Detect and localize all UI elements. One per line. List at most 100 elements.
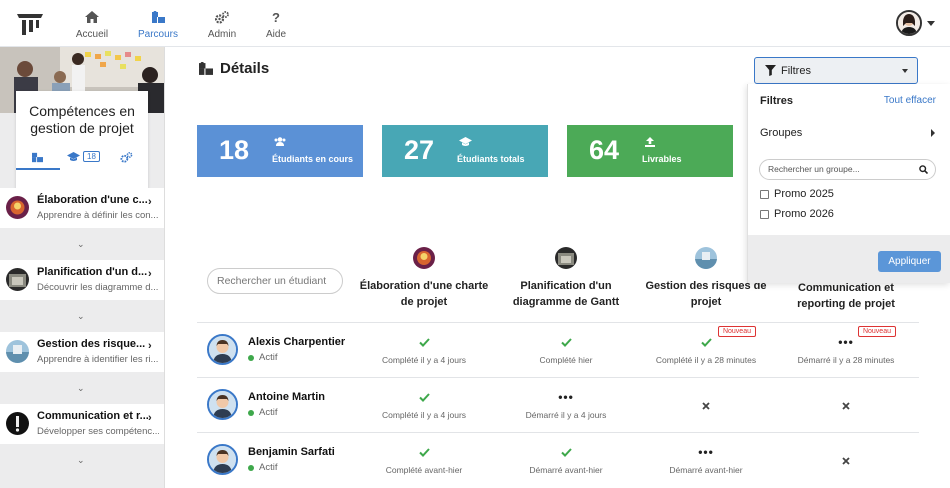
- checkbox[interactable]: [760, 189, 769, 199]
- progress-cell[interactable]: Complété il y a 4 jours: [354, 323, 494, 377]
- in-progress-dots-icon: •••: [558, 390, 574, 404]
- in-progress-dots-icon: •••: [698, 445, 714, 459]
- student-search-input[interactable]: Rechercher un étudiant: [207, 268, 343, 294]
- sidebar-module-4[interactable]: Communication et r... Développer ses com…: [0, 404, 164, 444]
- group-search-placeholder: Rechercher un groupe...: [768, 164, 860, 174]
- gears-icon: [192, 11, 252, 25]
- stat-total-students: 27 Étudiants totals: [382, 125, 548, 177]
- progress-text: Complété il y a 28 minutes: [655, 355, 757, 365]
- expand-chevrons-icon[interactable]: ⌄: [77, 383, 87, 393]
- user-avatar: [896, 10, 922, 36]
- tab-students-graduation-cap-icon[interactable]: [67, 152, 80, 162]
- chevron-down-icon: [902, 69, 908, 73]
- progress-text: Démarré avant-hier: [529, 465, 603, 475]
- search-icon: [919, 165, 928, 174]
- course-title: Compétences en gestion de projet: [29, 103, 135, 136]
- sidebar-module-1[interactable]: Élaboration d'une c... Apprendre à défin…: [0, 188, 164, 228]
- table-row[interactable]: Benjamin Sarfati Actif Complété avant-hier…: [197, 432, 919, 487]
- apply-button[interactable]: Appliquer: [878, 251, 941, 272]
- progress-cell[interactable]: ••• Démarré avant-hier: [636, 433, 776, 487]
- expand-chevrons-icon[interactable]: ⌄: [77, 455, 87, 465]
- active-tab-indicator: [16, 168, 60, 170]
- student-status: Actif: [248, 352, 277, 363]
- chevron-down-icon: [927, 20, 935, 26]
- module-title: Planification d'un d...: [37, 266, 148, 278]
- groups-menu-label[interactable]: Groupes: [760, 127, 802, 139]
- column-header-2[interactable]: Planification d'un diagramme de Gantt: [496, 247, 636, 310]
- check-icon: [560, 447, 572, 457]
- group-option-label: Promo 2026: [774, 208, 834, 220]
- group-option-promo-2025[interactable]: Promo 2025: [760, 188, 834, 200]
- nav-aide[interactable]: ? Aide: [246, 0, 306, 47]
- student-name[interactable]: Antoine Martin: [248, 391, 325, 403]
- nav-label: Aide: [265, 29, 286, 40]
- puzzle-icon: [199, 61, 213, 76]
- student-status: Actif: [248, 407, 277, 418]
- student-avatar: [207, 444, 238, 475]
- column-header-4[interactable]: Communication et reporting de projet: [776, 280, 916, 312]
- progress-cell[interactable]: Complété avant-hier: [354, 433, 494, 487]
- cross-icon: [842, 402, 850, 410]
- nav-admin[interactable]: Admin: [192, 0, 252, 47]
- table-row[interactable]: Alexis Charpentier Actif Complété il y a 4…: [197, 322, 919, 377]
- stat-value: 18: [219, 135, 250, 165]
- chevron-right-icon: [931, 129, 935, 137]
- student-avatar: [207, 334, 238, 365]
- checkbox[interactable]: [760, 209, 769, 219]
- table-row[interactable]: Antoine Martin Actif Complété il y a 4 jou…: [197, 377, 919, 432]
- status-dot: [248, 354, 254, 361]
- column-header-1[interactable]: Élaboration d'une charte de projet: [354, 247, 494, 310]
- module-subtitle: Découvrir les diagramme d...: [37, 282, 159, 293]
- page-title: Détails: [199, 60, 269, 77]
- student-name[interactable]: Alexis Charpentier: [248, 336, 345, 348]
- module-thumbnail: [6, 268, 29, 291]
- sidebar-module-2[interactable]: Planification d'un d... Découvrir les di…: [0, 260, 164, 300]
- progress-cell[interactable]: [636, 378, 776, 432]
- expand-chevrons-icon[interactable]: ⌄: [77, 239, 87, 249]
- check-icon: [700, 337, 712, 347]
- app-logo-icon[interactable]: [16, 12, 44, 36]
- group-search-input[interactable]: Rechercher un groupe...: [759, 159, 936, 180]
- nav-label: Admin: [207, 29, 237, 40]
- module-thumbnail: [6, 412, 29, 435]
- progress-cell[interactable]: Nouveau Complété il y a 28 minutes: [636, 323, 776, 377]
- question-icon: ?: [272, 10, 280, 25]
- student-name[interactable]: Benjamin Sarfati: [248, 446, 335, 458]
- nav-accueil[interactable]: Accueil: [62, 0, 122, 47]
- check-icon: [418, 447, 430, 457]
- stat-value: 64: [589, 135, 620, 165]
- progress-cell[interactable]: Nouveau ••• Démarré il y a 28 minutes: [776, 323, 916, 377]
- progress-cell[interactable]: Complété hier: [496, 323, 636, 377]
- graduation-cap-icon: [459, 137, 472, 147]
- progress-text: Démarré il y a 4 jours: [525, 410, 607, 420]
- progress-cell[interactable]: [776, 433, 916, 487]
- expand-chevrons-icon[interactable]: ⌄: [77, 311, 87, 321]
- filters-button[interactable]: Filtres: [754, 57, 918, 84]
- home-icon: [62, 11, 122, 25]
- chevron-right-icon: ›: [148, 268, 152, 280]
- filters-button-label: Filtres: [781, 64, 811, 77]
- chevron-right-icon: ›: [148, 412, 152, 424]
- page-title-text: Détails: [220, 60, 270, 77]
- nav-parcours[interactable]: Parcours: [128, 0, 188, 47]
- users-icon: [274, 137, 286, 146]
- course-tabs: 18: [16, 150, 148, 166]
- filters-panel: Filtres Tout effacer Groupes Rechercher …: [747, 84, 950, 283]
- status-dot: [248, 464, 254, 471]
- module-subtitle: Apprendre à définir les con...: [37, 210, 159, 221]
- status-dot: [248, 409, 254, 416]
- progress-cell[interactable]: Démarré avant-hier: [496, 433, 636, 487]
- clear-all-link[interactable]: Tout effacer: [884, 95, 936, 106]
- group-option-promo-2026[interactable]: Promo 2026: [760, 208, 834, 220]
- user-menu[interactable]: [896, 10, 935, 36]
- progress-text: Démarré il y a 28 minutes: [797, 355, 895, 365]
- sidebar-module-3[interactable]: Gestion des risque... Apprendre à identi…: [0, 332, 164, 372]
- filters-panel-heading: Filtres: [760, 95, 794, 107]
- progress-cell[interactable]: Complété il y a 4 jours: [354, 378, 494, 432]
- progress-cell[interactable]: ••• Démarré il y a 4 jours: [496, 378, 636, 432]
- column-title: Communication et reporting de projet: [797, 282, 895, 310]
- tab-settings-gears-icon[interactable]: [120, 152, 133, 163]
- chevron-right-icon: ›: [148, 196, 152, 208]
- tab-modules-puzzle-icon[interactable]: [32, 152, 43, 163]
- progress-cell[interactable]: [776, 378, 916, 432]
